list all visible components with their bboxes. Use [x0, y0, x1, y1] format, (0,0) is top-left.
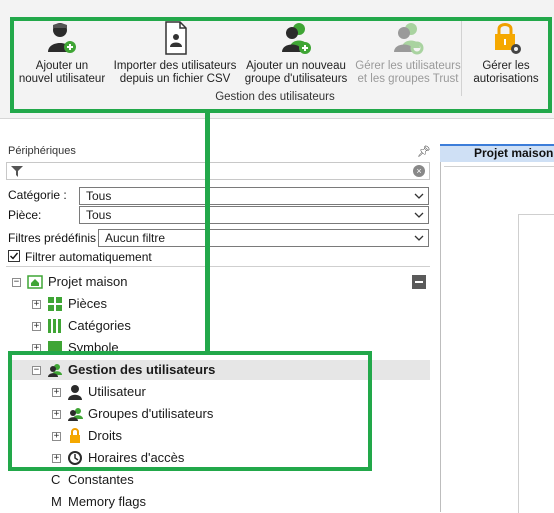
- ribbon: Ajouter un nouvel utilisateur Importer d…: [0, 0, 554, 119]
- tree-item-rights[interactable]: + Droits: [0, 426, 410, 446]
- tree-item-access-times[interactable]: + Horaires d'accès: [0, 448, 410, 468]
- auto-filter-label: Filtrer automatiquement: [25, 250, 152, 264]
- symbol-icon: [48, 341, 62, 355]
- user-management-icon: [48, 364, 62, 377]
- chevron-down-icon: [414, 235, 424, 241]
- tree-item-root[interactable]: − Projet maison: [0, 272, 410, 292]
- expand-toggle-icon[interactable]: +: [52, 388, 61, 397]
- constants-prefix-icon: C: [51, 472, 61, 487]
- expand-toggle-icon[interactable]: +: [52, 454, 61, 463]
- collapse-all-button[interactable]: [412, 275, 426, 289]
- tree-label-constants: Constantes: [68, 472, 134, 487]
- tree-item-categories[interactable]: + Catégories: [0, 316, 410, 336]
- document-frame: [518, 214, 554, 513]
- ribbon-group-caption: Gestion des utilisateurs: [215, 91, 335, 103]
- collapse-toggle-icon[interactable]: −: [32, 366, 41, 375]
- add-user-label-1: Ajouter un: [35, 60, 89, 72]
- auto-filter-checkbox[interactable]: [8, 250, 20, 262]
- filter-search[interactable]: ×: [6, 162, 430, 180]
- tree-item-constants[interactable]: C Constantes: [0, 470, 410, 490]
- add-group-label-1: Ajouter un nouveau: [246, 60, 346, 72]
- chevron-down-icon: [414, 212, 424, 218]
- add-user-button[interactable]: Ajouter un nouvel utilisateur: [14, 20, 110, 86]
- tree-label-rooms: Pièces: [68, 296, 108, 311]
- room-select[interactable]: Tous: [79, 206, 429, 224]
- manage-trust-label-1: Gérer les utilisateurs: [355, 60, 461, 72]
- pin-icon[interactable]: 📌︎: [417, 145, 431, 158]
- import-csv-label-2: depuis un fichier CSV: [119, 73, 231, 85]
- tree-label-user-groups: Groupes d'utilisateurs: [88, 406, 214, 421]
- tree-label-user: Utilisateur: [88, 384, 146, 399]
- tree-label-rights: Droits: [88, 428, 122, 443]
- chevron-down-icon: [414, 193, 424, 199]
- manage-permissions-label-1: Gérer les: [482, 60, 530, 72]
- tree-item-symbol[interactable]: + Symbole: [0, 338, 410, 358]
- expand-toggle-icon[interactable]: +: [32, 300, 41, 309]
- categories-icon: [48, 319, 61, 333]
- lock-icon: [70, 428, 80, 443]
- rooms-icon: [48, 297, 62, 311]
- category-value: Tous: [86, 189, 112, 203]
- manage-permissions-button[interactable]: Gérer les autorisations: [466, 20, 546, 86]
- tree-item-user-management[interactable]: − Gestion des utilisateurs: [0, 360, 410, 380]
- user-group-icon: [68, 408, 83, 421]
- add-group-label-2: groupe d'utilisateurs: [244, 73, 348, 85]
- document-ruler: [444, 166, 554, 177]
- predefined-filters-select[interactable]: Aucun filtre: [98, 229, 429, 247]
- checkmark-icon: [10, 252, 19, 260]
- tree-label-user-management: Gestion des utilisateurs: [68, 362, 216, 377]
- predefined-filters-label: Filtres prédéfinis: [8, 231, 97, 245]
- tree-item-memory-flags[interactable]: M Memory flags: [0, 492, 410, 512]
- add-group-button[interactable]: Ajouter un nouveau groupe d'utilisateurs: [240, 20, 352, 86]
- house-project-icon: [27, 275, 43, 289]
- manage-trust-icon: [394, 23, 424, 55]
- tree-item-user[interactable]: + Utilisateur: [0, 382, 410, 402]
- manage-trust-button[interactable]: Gérer les utilisateurs et les groupes Tr…: [354, 20, 462, 86]
- room-label: Pièce:: [8, 208, 42, 222]
- tree-divider: [6, 266, 430, 267]
- import-csv-button[interactable]: Importer des utilisateurs depuis un fich…: [112, 20, 238, 86]
- room-value: Tous: [86, 208, 112, 222]
- tree-item-rooms[interactable]: + Pièces: [0, 294, 410, 314]
- tree-label-symbol: Symbole: [68, 340, 119, 355]
- import-csv-icon: [165, 21, 187, 55]
- predefined-filters-value: Aucun filtre: [105, 231, 166, 245]
- expand-toggle-icon[interactable]: +: [52, 410, 61, 419]
- user-icon: [68, 385, 82, 400]
- category-label: Catégorie :: [8, 188, 67, 202]
- funnel-icon: [11, 166, 23, 177]
- tree-item-user-groups[interactable]: + Groupes d'utilisateurs: [0, 404, 410, 424]
- tree-label-categories: Catégories: [68, 318, 131, 333]
- expand-toggle-icon[interactable]: +: [32, 344, 41, 353]
- tab-project-home[interactable]: Projet maison: [440, 144, 554, 162]
- ribbon-separator: [461, 20, 462, 96]
- import-csv-label-1: Importer des utilisateurs: [113, 60, 237, 72]
- memory-flags-prefix-icon: M: [51, 494, 62, 509]
- clock-icon: [68, 451, 82, 465]
- add-user-icon: [48, 23, 76, 53]
- collapse-toggle-icon[interactable]: −: [12, 278, 21, 287]
- add-group-icon: [282, 23, 311, 54]
- add-user-label-2: nouvel utilisateur: [18, 73, 106, 85]
- manage-trust-label-2: et les groupes Trust: [357, 73, 459, 85]
- tree-label-root: Projet maison: [48, 274, 128, 289]
- lock-gear-icon: [495, 23, 521, 54]
- expand-toggle-icon[interactable]: +: [32, 322, 41, 331]
- tree-label-access-times: Horaires d'accès: [88, 450, 185, 465]
- tree-label-memory-flags: Memory flags: [68, 494, 147, 509]
- expand-toggle-icon[interactable]: +: [52, 432, 61, 441]
- manage-permissions-label-2: autorisations: [473, 73, 539, 85]
- clear-filter-icon[interactable]: ×: [413, 165, 425, 177]
- category-select[interactable]: Tous: [79, 187, 429, 205]
- panel-title: Périphériques: [8, 145, 76, 157]
